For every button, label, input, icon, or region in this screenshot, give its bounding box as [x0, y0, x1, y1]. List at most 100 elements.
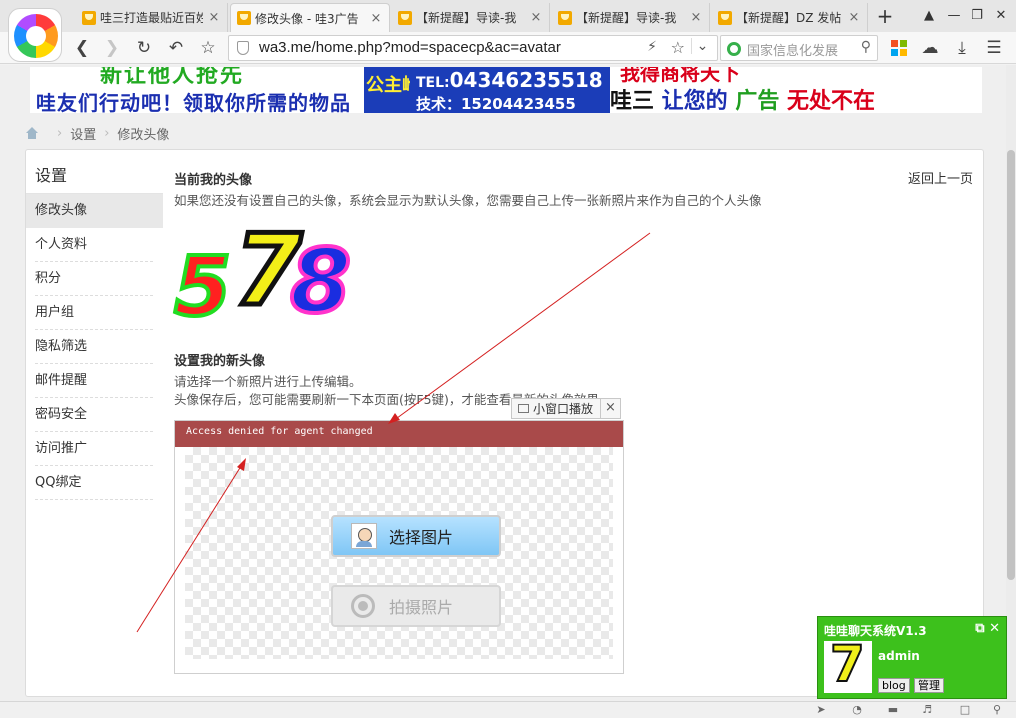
take-photo-label: 拍摄照片 — [389, 598, 454, 617]
window-icon[interactable]: □ — [958, 704, 972, 716]
sidebar-item-privacy[interactable]: 隐私筛选 — [35, 330, 153, 364]
banner-word: 广告 — [735, 88, 780, 113]
breadcrumb-separator: › — [104, 125, 110, 141]
zoom-icon[interactable]: ⚲ — [990, 704, 1004, 716]
home-icon[interactable] — [25, 127, 39, 139]
banner-tel-number: 04346235518 — [449, 68, 603, 92]
close-icon[interactable]: × — [847, 10, 861, 25]
webcam-icon — [351, 594, 375, 618]
close-icon[interactable]: × — [529, 10, 543, 25]
search-input[interactable]: 国家信息化发展 — [747, 40, 847, 59]
close-icon[interactable]: × — [207, 10, 221, 25]
nav-bar: ❮ ❯ ↻ ↶ ☆ wa3.me/home.php?mod=spacecp&ac… — [0, 32, 1016, 64]
blog-button[interactable]: blog — [878, 678, 910, 693]
settings-card: 设置 修改头像 个人资料 积分 用户组 隐私筛选 邮件提醒 密码安全 访问推广 … — [25, 149, 984, 697]
banner-word: 哇三 — [610, 88, 655, 113]
sidebar-title: 设置 — [26, 150, 163, 194]
banner-slogan: 新让他人抢先 哇友们行动吧！领取你所需的物品 — [30, 67, 364, 113]
select-image-label: 选择图片 — [389, 528, 454, 547]
upload-canvas: 选择图片 拍摄照片 — [185, 447, 613, 659]
search-engine-icon — [727, 42, 741, 56]
sidebar-item-password[interactable]: 密码安全 — [35, 398, 153, 432]
breadcrumb-settings[interactable]: 设置 — [70, 124, 96, 143]
sidebar-item-email[interactable]: 邮件提醒 — [35, 364, 153, 398]
banner-tech: 技术：15204423455 — [416, 95, 576, 113]
tab-5[interactable]: 【新提醒】DZ 发帖 × — [712, 3, 868, 32]
breadcrumb: › 设置 › 修改头像 — [25, 123, 169, 143]
page-content: 新让他人抢先 哇友们行动吧！领取你所需的物品 公主岭 TEL:043462355… — [0, 65, 1016, 701]
undo-icon[interactable]: ↶ — [164, 37, 188, 59]
trophy-icon — [398, 10, 412, 25]
url-text[interactable]: wa3.me/home.php?mod=spacecp&ac=avatar — [259, 39, 561, 56]
sidebar-item-profile[interactable]: 个人资料 — [35, 228, 153, 262]
scrollbar-thumb[interactable] — [1007, 150, 1015, 580]
settings-sidebar: 设置 修改头像 个人资料 积分 用户组 隐私筛选 邮件提醒 密码安全 访问推广 … — [26, 150, 163, 696]
bookmark-star-icon[interactable]: ☆ — [196, 37, 220, 59]
banner-brand: 公主岭 — [364, 67, 410, 113]
banner-right-bottom: 哇三 让您的 广告 无处不在 — [610, 83, 875, 113]
forward-icon[interactable]: ❯ — [100, 37, 124, 59]
trash-icon[interactable]: ▬ — [886, 704, 900, 716]
trophy-icon — [718, 10, 732, 25]
current-avatar: 5 7 8 — [172, 212, 374, 338]
maximize-icon[interactable]: ❐ — [966, 6, 988, 26]
close-icon[interactable]: × — [369, 11, 383, 26]
address-bar[interactable]: wa3.me/home.php?mod=spacecp&ac=avatar ⚡︎… — [228, 35, 718, 61]
new-tab-button[interactable]: + — [874, 5, 896, 27]
avatar-uploader: Access denied for agent changed 选择图片 拍摄照… — [174, 420, 624, 674]
banner-word: 让您的 — [654, 88, 736, 113]
new-avatar-title: 设置我的新头像 — [174, 354, 266, 369]
chat-avatar: 7 — [824, 641, 872, 693]
back-icon[interactable]: ❮ — [70, 37, 94, 59]
cloud-icon[interactable]: ☁ — [918, 37, 942, 59]
chat-username: admin — [878, 649, 920, 663]
take-photo-button[interactable]: 拍摄照片 — [331, 585, 501, 627]
tab-1[interactable]: 哇三打造最贴近百姓 × — [76, 3, 228, 32]
close-icon[interactable]: × — [689, 10, 703, 25]
sidebar-item-promotion[interactable]: 访问推广 — [35, 432, 153, 466]
search-icon[interactable]: ⚲ — [861, 39, 871, 55]
mini-player-bar[interactable]: 小窗口播放 × — [511, 398, 621, 419]
minimize-icon[interactable]: — — [943, 6, 965, 26]
rocket-icon[interactable]: ➤ — [814, 704, 828, 716]
chat-avatar-digit: 7 — [829, 641, 866, 693]
reload-icon[interactable]: ↻ — [132, 37, 156, 59]
sidebar-item-credits[interactable]: 积分 — [35, 262, 153, 296]
browser-logo[interactable] — [8, 8, 62, 62]
tab-title: 【新提醒】导读-我 — [416, 11, 517, 25]
sidebar-item-usergroup[interactable]: 用户组 — [35, 296, 153, 330]
star-icon[interactable]: ☆ — [671, 38, 685, 57]
avatar-panel: 返回上一页 当前我的头像 如果您还没有设置自己的头像，系统会显示为默认头像，您需… — [172, 150, 983, 696]
download-icon[interactable]: ⤓ — [950, 37, 974, 59]
shirt-icon[interactable]: ▲ — [918, 6, 940, 26]
banner-right: 我得商将天下 哇三 让您的 广告 无处不在 — [610, 67, 982, 113]
select-image-button[interactable]: 选择图片 — [331, 515, 501, 557]
back-link[interactable]: 返回上一页 — [908, 168, 973, 187]
chat-title: 哇哇聊天系统V1.3 — [824, 624, 927, 638]
ad-banner[interactable]: 新让他人抢先 哇友们行动吧！领取你所需的物品 公主岭 TEL:043462355… — [30, 67, 982, 113]
tab-4[interactable]: 【新提醒】导读-我 × — [552, 3, 710, 32]
chat-widget[interactable]: 哇哇聊天系统V1.3 ⧉ ✕ 7 admin blog 管理 — [817, 616, 1007, 699]
sidebar-item-qq[interactable]: QQ绑定 — [35, 466, 153, 500]
banner-word: 无处不在 — [779, 88, 876, 113]
window-close-icon[interactable]: ✕ — [990, 6, 1012, 26]
status-bar: ➤ ◔ ▬ ♬ □ ⚲ — [0, 701, 1016, 718]
chevron-down-icon[interactable]: ⌄ — [691, 38, 713, 54]
mini-player-label[interactable]: 小窗口播放 — [533, 400, 600, 417]
menu-icon[interactable]: ☰ — [982, 37, 1006, 59]
sidebar-item-avatar[interactable]: 修改头像 — [26, 194, 163, 228]
tab-bar: 哇三打造最贴近百姓 × 修改头像 - 哇3广告 × 【新提醒】导读-我 × 【新… — [0, 0, 1016, 32]
volume-icon[interactable]: ♬ — [920, 704, 934, 716]
chat-window-controls[interactable]: ⧉ ✕ — [975, 621, 1000, 636]
close-icon[interactable]: × — [600, 399, 620, 418]
apps-grid-icon[interactable] — [891, 40, 907, 56]
error-bar: Access denied for agent changed — [175, 421, 623, 447]
tab-3[interactable]: 【新提醒】导读-我 × — [392, 3, 550, 32]
tab-title: 【新提醒】导读-我 — [576, 11, 677, 25]
tab-2[interactable]: 修改头像 - 哇3广告 × — [230, 3, 390, 32]
lightning-icon[interactable]: ⚡︎ — [647, 39, 657, 55]
trophy-icon — [558, 10, 572, 25]
speed-icon[interactable]: ◔ — [850, 704, 864, 716]
search-box[interactable]: 国家信息化发展 ⚲ — [720, 35, 878, 61]
manage-button[interactable]: 管理 — [914, 678, 944, 693]
